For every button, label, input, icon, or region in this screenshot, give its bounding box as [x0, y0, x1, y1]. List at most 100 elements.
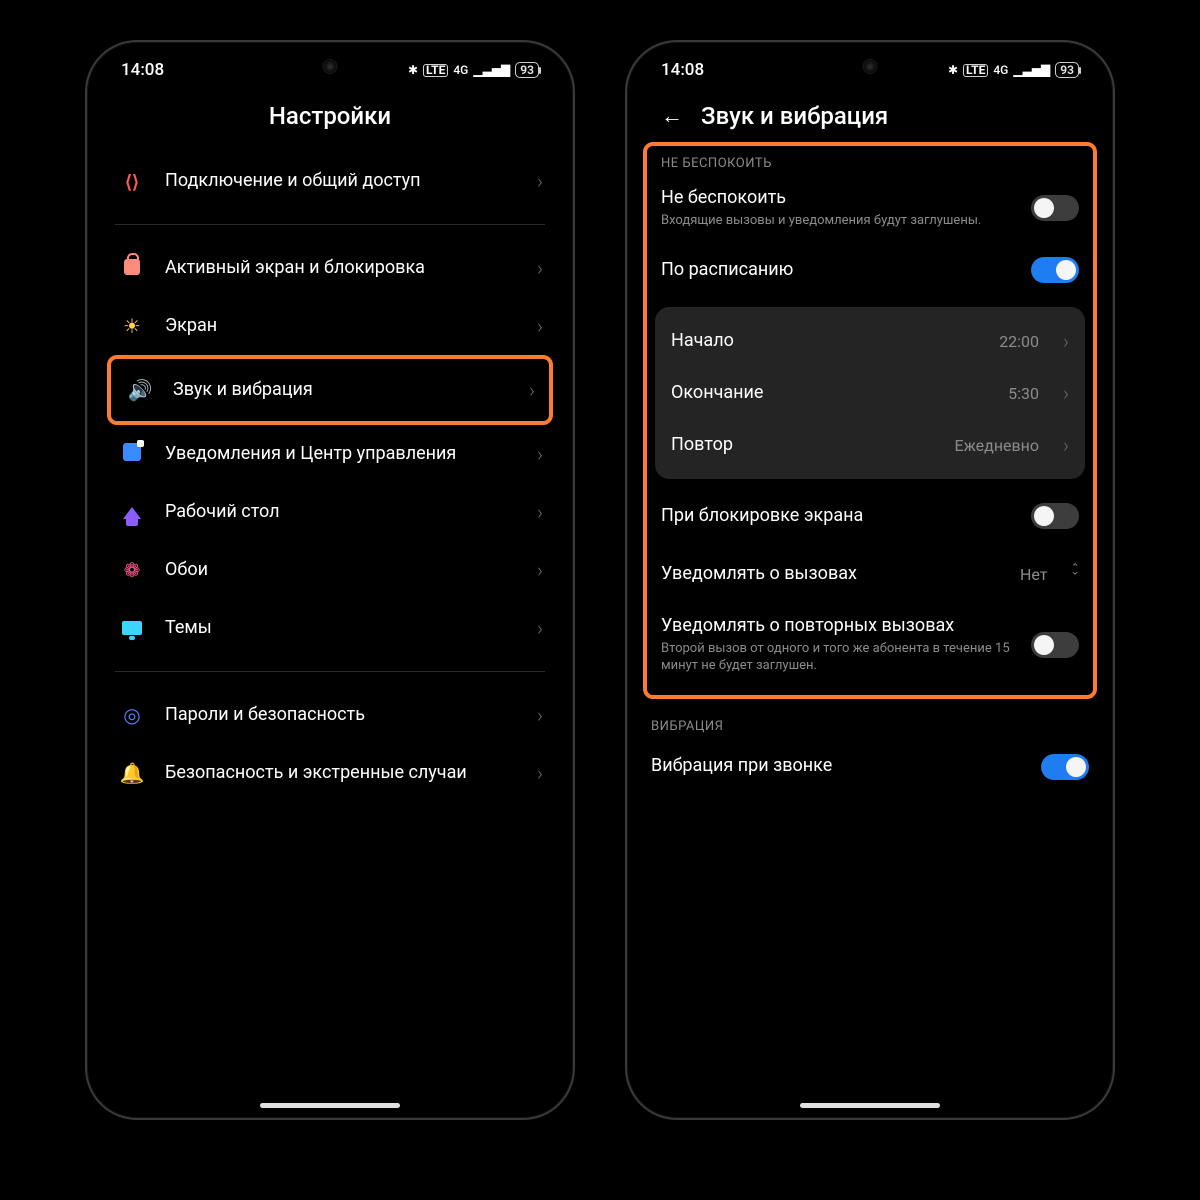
highlight-sound-vibration: 🔊 Звук и вибрация › — [107, 355, 553, 425]
page-title: Звук и вибрация — [701, 102, 888, 130]
toggle-dnd[interactable] — [1031, 195, 1079, 221]
signal-icon: ▁▃▅▇ — [473, 63, 510, 77]
label: Рабочий стол — [165, 501, 519, 524]
row-themes[interactable]: Темы › — [107, 599, 553, 657]
chevron-right-icon: › — [537, 442, 543, 466]
share-icon — [117, 169, 147, 193]
sun-icon: ☀ — [117, 314, 147, 338]
section-vibration-label: ВИБРАЦИЯ — [641, 711, 1099, 738]
row-safety-emergency[interactable]: 🔔 Безопасность и экстренные случаи › — [107, 744, 553, 802]
start-value: 22:00 — [999, 332, 1039, 351]
sub: Второй вызов от одного и того же абонент… — [661, 641, 1013, 675]
row-when-locked[interactable]: При блокировке экрана — [651, 487, 1089, 545]
row-wallpaper[interactable]: ❁ Обои › — [107, 541, 553, 599]
lte-badge: LTE — [963, 64, 988, 77]
updown-icon: ˆˇ — [1071, 565, 1079, 584]
repeat-value: Ежедневно — [954, 436, 1039, 455]
end-value: 5:30 — [1008, 384, 1039, 403]
label: Безопасность и экстренные случаи — [165, 762, 519, 785]
schedule-title: По расписанию — [661, 259, 1013, 282]
row-dnd[interactable]: Не беспокоить Входящие вызовы и уведомле… — [651, 175, 1089, 241]
row-active-screen-lock[interactable]: Активный экран и блокировка › — [107, 239, 553, 297]
camera-dot — [863, 59, 878, 74]
chevron-right-icon: › — [537, 256, 543, 280]
row-repeated-calls[interactable]: Уведомлять о повторных вызовах Второй вы… — [651, 603, 1089, 686]
phone-right: 14:08 ✱ LTE 4G ▁▃▅▇ 93 ← Звук и вибрация… — [625, 40, 1115, 1120]
camera-dot — [323, 59, 338, 74]
row-notify-calls[interactable]: Уведомлять о вызовах Нет ˆˇ — [651, 545, 1089, 603]
theme-icon — [117, 616, 147, 640]
label: Экран — [165, 315, 519, 338]
chevron-right-icon: › — [537, 314, 543, 338]
label: Вибрация при звонке — [651, 755, 1023, 778]
label: Начало — [671, 330, 981, 353]
chevron-right-icon: › — [537, 500, 543, 524]
row-home-screen[interactable]: Рабочий стол › — [107, 483, 553, 541]
row-connection-sharing[interactable]: Подключение и общий доступ › — [107, 152, 553, 210]
label: Звук и вибрация — [173, 379, 511, 402]
home-indicator[interactable] — [800, 1103, 940, 1108]
notify-calls-value: Нет — [1020, 565, 1048, 584]
title-bar: Настройки — [101, 84, 559, 138]
row-passwords-security[interactable]: ◎ Пароли и безопасность › — [107, 686, 553, 744]
row-notifications-control-center[interactable]: Уведомления и Центр управления › — [107, 425, 553, 483]
label: Обои — [165, 559, 519, 582]
status-time: 14:08 — [661, 60, 704, 80]
divider — [115, 224, 545, 225]
dnd-title: Не беспокоить — [661, 187, 1013, 210]
row-schedule[interactable]: По расписанию — [651, 241, 1089, 299]
chevron-right-icon: › — [1063, 433, 1069, 457]
fingerprint-icon: ◎ — [117, 703, 147, 727]
row-repeat[interactable]: Повтор Ежедневно › — [655, 419, 1085, 471]
network-label: 4G — [993, 63, 1008, 77]
label: Пароли и безопасность — [165, 704, 519, 727]
lock-icon — [117, 256, 147, 280]
phone-left: 14:08 ✱ LTE 4G ▁▃▅▇ 93 Настройки Подключ… — [85, 40, 575, 1120]
bluetooth-icon: ✱ — [408, 63, 418, 77]
battery-indicator: 93 — [515, 62, 539, 78]
status-indicators: ✱ LTE 4G ▁▃▅▇ 93 — [948, 62, 1079, 78]
row-vibrate-on-ring[interactable]: Вибрация при звонке — [641, 738, 1099, 796]
chevron-right-icon: › — [537, 703, 543, 727]
chevron-right-icon: › — [537, 761, 543, 785]
speaker-icon: 🔊 — [125, 378, 155, 402]
status-indicators: ✱ LTE 4G ▁▃▅▇ 93 — [408, 62, 539, 78]
row-sound-vibration[interactable]: 🔊 Звук и вибрация › — [115, 361, 545, 419]
toggle-schedule[interactable] — [1031, 257, 1079, 283]
title-bar: ← Звук и вибрация — [641, 84, 1099, 138]
highlight-dnd-section: НЕ БЕСПОКОИТЬ Не беспокоить Входящие выз… — [643, 142, 1097, 699]
status-time: 14:08 — [121, 60, 164, 80]
label: Уведомления и Центр управления — [165, 443, 519, 466]
notification-center-icon — [117, 442, 147, 466]
schedule-card: Начало 22:00 › Окончание 5:30 › Повтор Е… — [655, 307, 1085, 479]
toggle-repeated-calls[interactable] — [1031, 632, 1079, 658]
page-title: Настройки — [269, 102, 391, 130]
label: Уведомлять о вызовах — [661, 563, 1002, 586]
row-end-time[interactable]: Окончание 5:30 › — [655, 367, 1085, 419]
toggle-vibrate-on-ring[interactable] — [1041, 754, 1089, 780]
network-label: 4G — [453, 63, 468, 77]
chevron-right-icon: › — [1063, 381, 1069, 405]
home-indicator[interactable] — [260, 1103, 400, 1108]
row-start-time[interactable]: Начало 22:00 › — [655, 315, 1085, 367]
label: Темы — [165, 617, 519, 640]
label: При блокировке экрана — [661, 505, 1013, 528]
home-icon — [117, 500, 147, 524]
label: Подключение и общий доступ — [165, 170, 519, 193]
toggle-when-locked[interactable] — [1031, 503, 1079, 529]
chevron-right-icon: › — [1063, 329, 1069, 353]
label: Повтор — [671, 434, 936, 457]
wallpaper-icon: ❁ — [117, 558, 147, 582]
back-button[interactable]: ← — [661, 103, 683, 129]
dnd-sub: Входящие вызовы и уведомления будут загл… — [661, 213, 1013, 230]
lte-badge: LTE — [423, 64, 448, 77]
bluetooth-icon: ✱ — [948, 63, 958, 77]
row-display[interactable]: ☀ Экран › — [107, 297, 553, 355]
battery-indicator: 93 — [1055, 62, 1079, 78]
divider — [115, 671, 545, 672]
chevron-right-icon: › — [537, 169, 543, 193]
chevron-right-icon: › — [537, 616, 543, 640]
settings-list: Подключение и общий доступ › Активный эк… — [101, 138, 559, 802]
signal-icon: ▁▃▅▇ — [1013, 63, 1050, 77]
label: Окончание — [671, 382, 990, 405]
